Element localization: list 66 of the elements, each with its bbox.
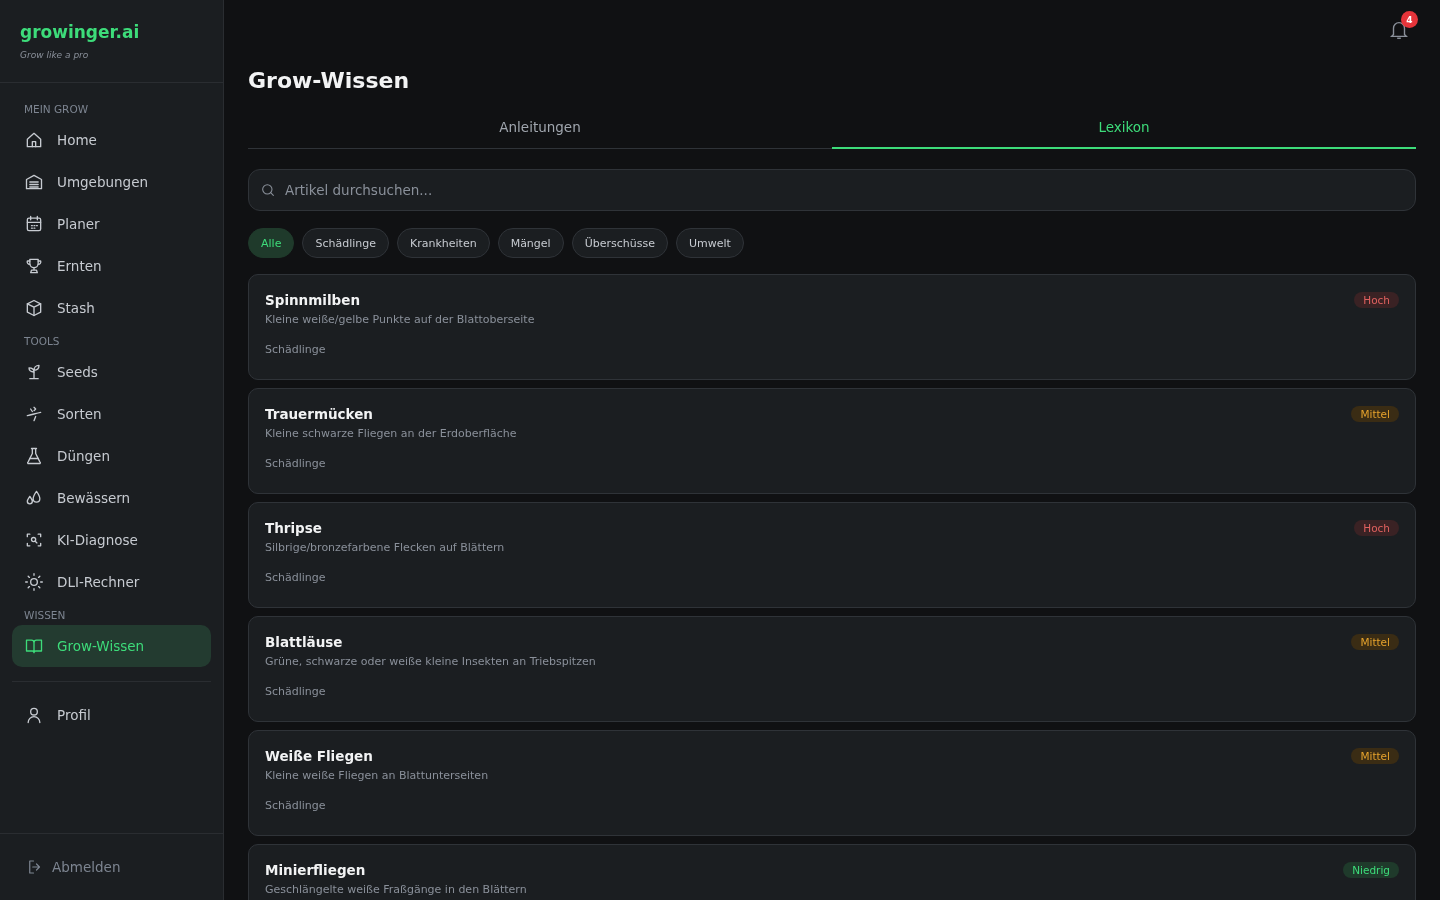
home-icon: [24, 130, 44, 150]
article-title: Trauermücken: [265, 406, 373, 422]
nav-item[interactable]: Umgebungen: [12, 161, 211, 203]
nav-item[interactable]: Bewässern: [12, 477, 211, 519]
garage-icon: [24, 172, 44, 192]
section-heading: MEIN GROW: [23, 102, 90, 117]
article-title: Weiße Fliegen: [265, 748, 373, 764]
nav-item[interactable]: DLI-Rechner: [12, 561, 211, 603]
article-category: Schädlinge: [265, 457, 327, 470]
article-title: Blattläuse: [265, 634, 343, 650]
nav-item[interactable]: Profil: [12, 694, 211, 736]
article-card[interactable]: Blattläuse Mittel Grüne, schwarze oder weiße kleine Insekten an Triebspitzen Schädlinge: [248, 616, 1416, 722]
article-card[interactable]: Spinnmilben Hoch Kleine weiße/gelbe Punkte auf der Blattoberseite Schädlinge: [248, 274, 1416, 380]
article-description: Silbrige/bronzefarbene Flecken auf Blättern: [265, 541, 506, 554]
logout-link[interactable]: Abmelden: [26, 858, 197, 876]
severity-badge: Mittel: [1351, 634, 1399, 650]
article-card[interactable]: Weiße Fliegen Mittel Kleine weiße Fliegen an Blattunterseiten Schädlinge: [248, 730, 1416, 836]
severity-badge: Mittel: [1351, 406, 1399, 422]
filter-chip[interactable]: Umwelt: [675, 228, 744, 258]
filter-chip[interactable]: Mängel: [497, 228, 564, 258]
notification-badge: 4: [1401, 11, 1418, 28]
section-heading: TOOLS: [23, 334, 61, 349]
article-description: Kleine schwarze Fliegen an der Erdoberfläche: [265, 427, 518, 440]
box-icon: [24, 298, 44, 318]
article-description: Kleine weiße/gelbe Punkte auf der Blattoberseite: [265, 313, 536, 326]
filter-chip[interactable]: Alle: [248, 228, 295, 258]
nav-item[interactable]: Grow-Wissen: [12, 625, 211, 667]
severity-badge: Niedrig: [1343, 862, 1399, 878]
article-title: Minierfliegen: [265, 862, 366, 878]
search-field[interactable]: Artikel durchsuchen...: [248, 169, 1416, 211]
filter-chip[interactable]: Krankheiten: [396, 228, 490, 258]
nav-item[interactable]: Stash: [12, 287, 211, 329]
page-title: Grow-Wissen: [248, 68, 411, 93]
article-category: Schädlinge: [265, 799, 327, 812]
nav-item[interactable]: Düngen: [12, 435, 211, 477]
brand-tagline: Grow like a pro: [20, 50, 89, 60]
trophy-icon: [24, 256, 44, 276]
sun-icon: [24, 572, 44, 592]
nav-item[interactable]: Planer: [12, 203, 211, 245]
article-description: Kleine weiße Fliegen an Blattunterseiten: [265, 769, 490, 782]
severity-badge: Hoch: [1354, 292, 1399, 308]
article-description: Grüne, schwarze oder weiße kleine Insekten an Triebspitzen: [265, 655, 597, 668]
article-card[interactable]: Trauermücken Mittel Kleine schwarze Fliegen an der Erdoberfläche Schädlinge: [248, 388, 1416, 494]
flask-icon: [24, 446, 44, 466]
severity-badge: Hoch: [1354, 520, 1399, 536]
article-category: Schädlinge: [265, 343, 327, 356]
section-heading: WISSEN: [23, 608, 67, 623]
tab[interactable]: Lexikon: [832, 111, 1416, 149]
article-card[interactable]: Thripse Hoch Silbrige/bronzefarbene Flecken auf Blättern Schädlinge: [248, 502, 1416, 608]
severity-badge: Mittel: [1351, 748, 1399, 764]
article-category: Schädlinge: [265, 685, 327, 698]
article-title: Thripse: [265, 520, 322, 536]
filter-chip[interactable]: Überschüsse: [571, 228, 668, 258]
brand-logo: growinger.ai: [20, 22, 141, 42]
nav-item[interactable]: KI-Diagnose: [12, 519, 211, 561]
article-title: Spinnmilben: [265, 292, 360, 308]
tab[interactable]: Anleitungen: [248, 111, 832, 149]
article-card[interactable]: Minierfliegen Niedrig Geschlängelte weiße Fraßgänge in den Blättern: [248, 844, 1416, 900]
nav-item[interactable]: Seeds: [12, 351, 211, 393]
filter-chip[interactable]: Schädlinge: [302, 228, 389, 258]
nav-item[interactable]: Sorten: [12, 393, 211, 435]
nav-item[interactable]: Ernten: [12, 245, 211, 287]
calendar-icon: [24, 214, 44, 234]
article-description: Geschlängelte weiße Fraßgänge in den Blättern: [265, 883, 528, 896]
nav-item[interactable]: Home: [12, 119, 211, 161]
article-category: Schädlinge: [265, 571, 327, 584]
